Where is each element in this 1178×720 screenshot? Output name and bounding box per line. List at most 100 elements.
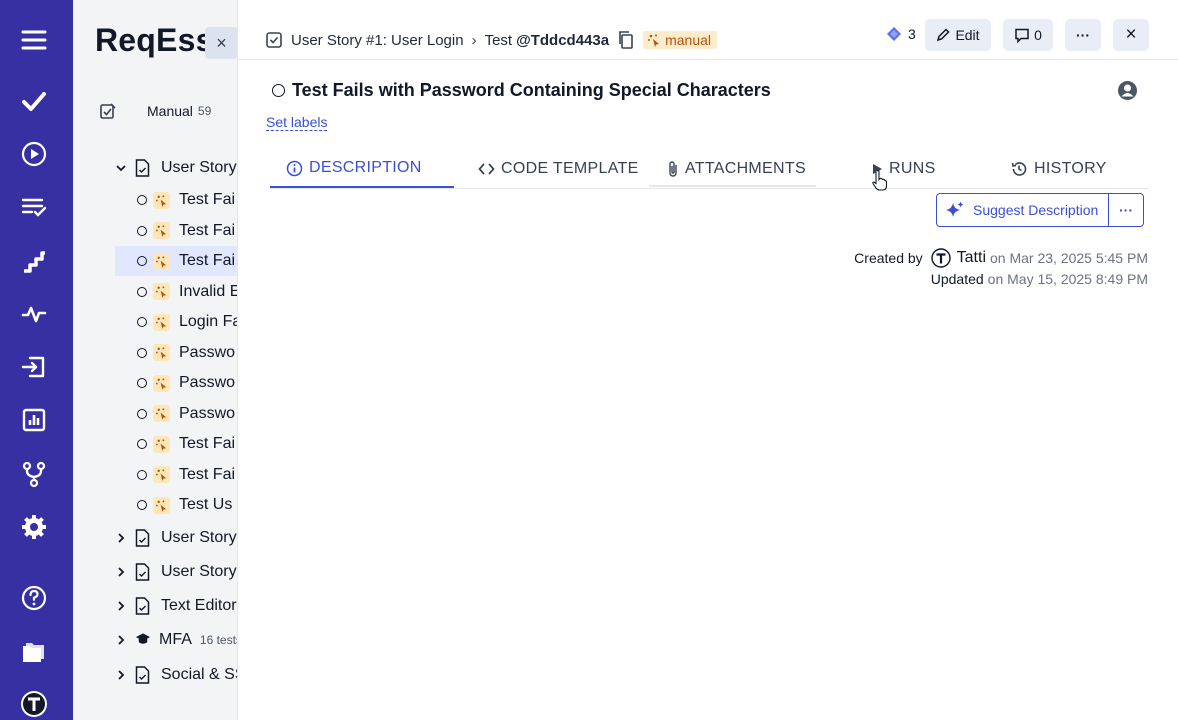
tree-node-collapsed[interactable]: MFA 16 tests bbox=[113, 625, 238, 655]
chevron-right-icon[interactable] bbox=[113, 564, 129, 580]
graduation-cap-icon bbox=[135, 631, 151, 649]
folder-icon[interactable] bbox=[18, 635, 50, 667]
status-circle-icon bbox=[137, 408, 147, 419]
tree-leaf-item[interactable]: Test Us bbox=[137, 490, 237, 520]
detail-tabs: DESCRIPTION CODE TEMPLATE ATTACHMENTS RU… bbox=[270, 150, 1148, 189]
tree-leaf-label: Login Fa bbox=[179, 313, 238, 330]
tab-label: ATTACHMENTS bbox=[685, 160, 806, 177]
checklist-edit-icon bbox=[100, 103, 116, 119]
tree-node-user-story[interactable]: User Story bbox=[113, 153, 237, 183]
info-icon bbox=[286, 160, 303, 177]
document-icon bbox=[135, 159, 151, 177]
avatar-icon[interactable] bbox=[18, 688, 50, 720]
activity-icon[interactable] bbox=[18, 298, 50, 330]
created-user[interactable]: Tatti bbox=[957, 249, 986, 267]
page-title[interactable]: Test Fails with Password Containing Spec… bbox=[292, 80, 771, 101]
tab-code-template[interactable]: CODE TEMPLATE bbox=[478, 150, 639, 188]
gear-icon[interactable] bbox=[18, 511, 50, 543]
list-check-icon[interactable] bbox=[18, 191, 50, 223]
import-icon[interactable] bbox=[18, 351, 50, 383]
chevron-right-icon[interactable] bbox=[113, 632, 129, 648]
tests-count: 16 tests bbox=[199, 633, 238, 647]
comments-button[interactable]: 0 bbox=[1003, 19, 1053, 51]
created-date: on Mar 23, 2025 5:45 PM bbox=[990, 249, 1148, 266]
tab-label: DESCRIPTION bbox=[309, 159, 422, 176]
chevron-right-icon[interactable] bbox=[113, 667, 129, 683]
hand-cursor-icon bbox=[872, 170, 888, 191]
edit-button[interactable]: Edit bbox=[925, 19, 991, 51]
close-panel-button[interactable]: × bbox=[205, 27, 237, 59]
tree-leaf-item[interactable]: Passwo bbox=[137, 399, 237, 429]
checkbox-icon bbox=[266, 32, 282, 48]
menu-icon[interactable] bbox=[18, 24, 50, 56]
more-options-button[interactable]: ··· bbox=[1065, 19, 1101, 51]
manual-badge: manual bbox=[643, 31, 718, 49]
tree-leaf-item[interactable]: Test Fai bbox=[137, 185, 237, 215]
tree-leaf-item[interactable]: Test Fai bbox=[115, 246, 237, 276]
status-circle-icon bbox=[137, 347, 147, 358]
tree-leaf-item[interactable]: Invalid E bbox=[137, 277, 237, 307]
tree-leaf-label: Passwo bbox=[179, 343, 236, 361]
manual-badge-label: manual bbox=[665, 32, 712, 48]
tab-label: CODE TEMPLATE bbox=[501, 160, 639, 177]
tree-node-label: User Story bbox=[161, 563, 237, 580]
tab-history[interactable]: HISTORY bbox=[1010, 150, 1107, 188]
chevron-down-icon[interactable] bbox=[113, 160, 129, 176]
check-icon[interactable] bbox=[18, 85, 50, 117]
tree-node-label: Text Editor bbox=[161, 597, 237, 614]
paperclip-icon bbox=[667, 160, 679, 178]
tree-leaf-label: Passwo bbox=[179, 404, 236, 422]
status-circle-icon bbox=[137, 317, 147, 327]
tab-attachments[interactable]: ATTACHMENTS bbox=[667, 150, 806, 188]
stairs-icon[interactable] bbox=[18, 245, 50, 277]
tree-node-collapsed[interactable]: Social & SS bbox=[113, 660, 237, 690]
chevron-right-icon[interactable] bbox=[113, 598, 129, 614]
comments-count: 0 bbox=[1034, 27, 1042, 43]
tree-node-collapsed[interactable]: User Story bbox=[113, 557, 237, 587]
manual-filter[interactable]: Manual 59 bbox=[99, 102, 211, 120]
filter-count: 59 bbox=[197, 104, 212, 118]
status-circle-icon[interactable] bbox=[272, 84, 285, 97]
breadcrumb-story[interactable]: User Story #1: User Login bbox=[291, 32, 464, 49]
assignee-icon[interactable] bbox=[1117, 80, 1138, 101]
test-id: @Tddcd443a bbox=[516, 31, 610, 49]
tab-label: HISTORY bbox=[1034, 160, 1107, 177]
manual-test-icon bbox=[153, 435, 170, 453]
close-icon: × bbox=[1125, 24, 1137, 45]
manual-test-icon bbox=[153, 252, 170, 270]
tree-node-collapsed[interactable]: Text Editor bbox=[113, 591, 237, 621]
manual-test-icon bbox=[153, 405, 170, 422]
help-icon[interactable] bbox=[18, 582, 50, 614]
document-icon bbox=[135, 597, 151, 615]
tree-leaf-item[interactable]: Login Fa bbox=[137, 307, 238, 337]
priority-indicator[interactable]: 3 bbox=[886, 26, 916, 42]
chevron-right-icon[interactable] bbox=[113, 530, 129, 546]
updated-line: Updated on May 15, 2025 8:49 PM bbox=[854, 268, 1148, 289]
tree-node-collapsed[interactable]: User Story bbox=[113, 523, 237, 553]
tree-leaf-item[interactable]: Test Fai bbox=[137, 216, 237, 246]
tree-leaf-item[interactable]: Test Fai bbox=[137, 460, 237, 490]
suggest-description-button[interactable]: Suggest Description bbox=[937, 194, 1109, 226]
manual-test-icon bbox=[153, 496, 170, 514]
status-circle-icon bbox=[137, 286, 147, 297]
status-circle-icon bbox=[137, 225, 147, 236]
manual-test-icon bbox=[647, 33, 661, 47]
user-avatar-icon bbox=[930, 247, 951, 268]
tree-leaf-item[interactable]: Passwo bbox=[137, 338, 237, 368]
set-labels-link[interactable]: Set labels bbox=[266, 114, 328, 131]
breadcrumb-separator: › bbox=[471, 31, 477, 49]
tree-leaf-label: Passwo bbox=[179, 374, 236, 391]
play-circle-icon[interactable] bbox=[18, 138, 50, 170]
tab-description[interactable]: DESCRIPTION bbox=[270, 150, 454, 188]
document-icon bbox=[135, 529, 151, 547]
bar-chart-icon[interactable] bbox=[18, 404, 50, 436]
suggest-more-button[interactable]: ··· bbox=[1109, 194, 1143, 226]
copy-icon[interactable] bbox=[617, 30, 635, 50]
more-icon: ··· bbox=[1076, 27, 1090, 43]
close-detail-button[interactable]: × bbox=[1113, 19, 1149, 51]
tree-leaf-item[interactable]: Passwo bbox=[137, 368, 237, 398]
close-icon: × bbox=[216, 32, 227, 53]
tree-leaf-item[interactable]: Test Fai bbox=[137, 429, 237, 459]
branch-icon[interactable] bbox=[18, 458, 50, 490]
history-icon bbox=[1010, 160, 1028, 178]
